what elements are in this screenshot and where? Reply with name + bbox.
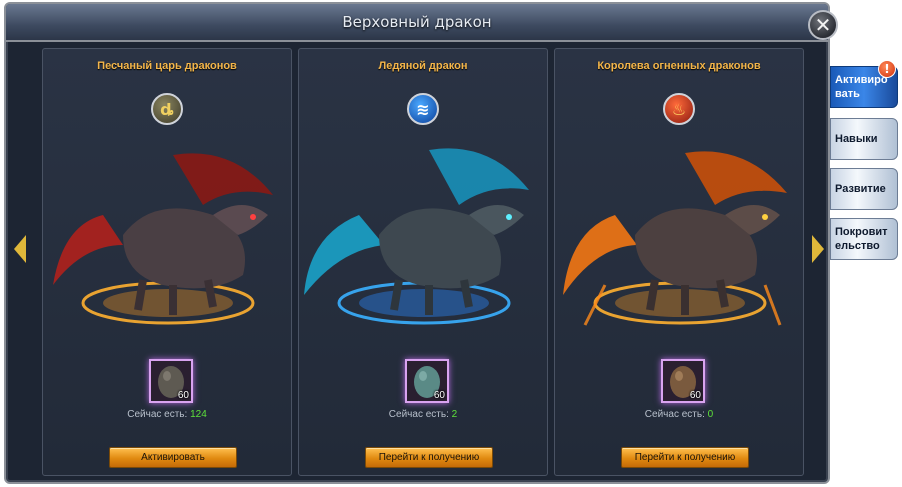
sand-element-icon: ȡ — [151, 93, 183, 125]
owned-line: Сейчас есть: 124 — [43, 409, 291, 420]
go-obtain-button[interactable]: Перейти к получению — [365, 447, 493, 468]
dragon-window: Верховный дракон Песчаный царь драконов … — [4, 2, 830, 484]
window-title: Верховный дракон — [342, 13, 492, 31]
dragon-illustration-sand — [53, 153, 273, 325]
owned-label: Сейчас есть: — [644, 409, 705, 420]
alert-icon: ! — [878, 60, 896, 78]
owned-value: 2 — [451, 409, 458, 420]
dragon-card-sand: Песчаный царь драконов ȡ 60 Сейчас есть:… — [42, 48, 292, 476]
egg-count: 60 — [433, 390, 445, 401]
dragon-name: Ледяной дракон — [378, 60, 468, 72]
dragon-name: Песчаный царь драконов — [97, 60, 237, 72]
egg-item-slot[interactable]: 60 — [661, 359, 705, 403]
dragon-name: Королева огненных драконов — [597, 60, 761, 72]
dragon-illustration-fire — [563, 151, 787, 326]
fire-element-icon: ♨ — [663, 93, 695, 125]
owned-line: Сейчас есть: 2 — [299, 409, 547, 420]
egg-count: 60 — [689, 390, 701, 401]
egg-item-slot[interactable]: 60 — [405, 359, 449, 403]
next-arrow-icon[interactable] — [812, 235, 824, 263]
owned-value: 0 — [707, 409, 714, 420]
title-bar: Верховный дракон — [6, 4, 828, 42]
tab-development[interactable]: Развитие — [830, 168, 898, 210]
previous-arrow-icon[interactable] — [14, 235, 26, 263]
owned-label: Сейчас есть: — [388, 409, 449, 420]
egg-count: 60 — [177, 390, 189, 401]
tab-patronage[interactable]: Покровит ельство — [830, 218, 898, 260]
dragon-illustration-ice — [304, 148, 529, 325]
dragon-card-ice: Ледяной дракон ≋ 60 Сейчас есть: 2 Перей… — [298, 48, 548, 476]
ice-element-icon: ≋ — [407, 93, 439, 125]
owned-line: Сейчас есть: 0 — [555, 409, 803, 420]
egg-item-slot[interactable]: 60 — [149, 359, 193, 403]
go-obtain-button[interactable]: Перейти к получению — [621, 447, 749, 468]
dragon-card-fire: Королева огненных драконов ♨ 60 Сейчас е… — [554, 48, 804, 476]
activate-button[interactable]: Активировать — [109, 447, 237, 468]
owned-label: Сейчас есть: — [127, 409, 188, 420]
close-button[interactable]: ✕ — [808, 10, 838, 40]
tab-skills[interactable]: Навыки — [830, 118, 898, 160]
owned-value: 124 — [190, 409, 207, 420]
